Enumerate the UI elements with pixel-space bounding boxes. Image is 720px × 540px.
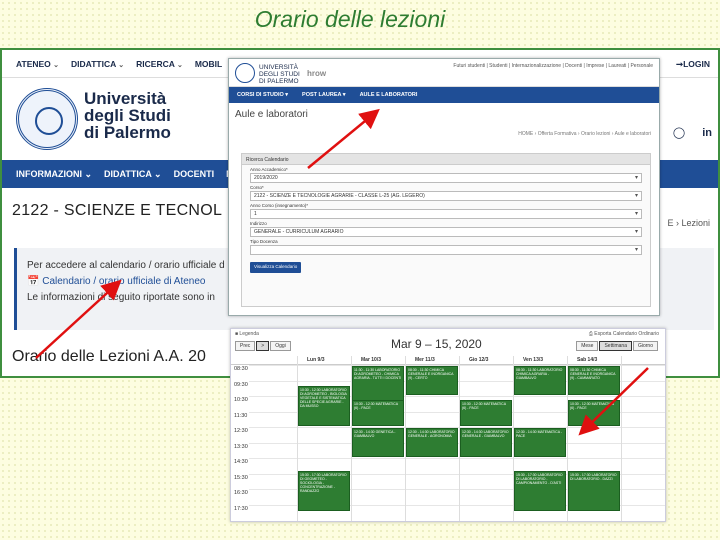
legend-toggle[interactable]: ■ Legenda xyxy=(235,331,259,337)
orario-heading: Orario delle Lezioni A.A. 20 xyxy=(12,348,206,365)
day-column-divider xyxy=(621,356,622,521)
time-label: 13:30 xyxy=(234,443,248,450)
time-label: 09:30 xyxy=(234,381,248,388)
calendar-event[interactable]: 08:30 - 11:30 LABORATORIO CHIMICA AGRARI… xyxy=(514,366,566,395)
view-week-button[interactable]: Settimana xyxy=(599,341,632,351)
slide-title: Orario delle lezioni xyxy=(254,6,446,32)
view-switcher: Mese Settimana Giorno xyxy=(576,341,659,351)
panel-title: Ricerca Calendario xyxy=(242,154,650,165)
calendar-event[interactable]: 15:30 - 17:30 LABORATORIO DI LABORATORIO… xyxy=(568,471,620,512)
calendar-grid: 08:30 09:30 10:30 11:30 12:30 13:30 14:30 15:30… xyxy=(231,356,665,521)
course-title: 2122 - SCIENZE E TECNOL xyxy=(12,202,223,219)
calendar-event[interactable]: 12:30 - 14:30 LABORATORIO GENERALE - AGR… xyxy=(406,428,458,457)
day-header: Ven 13/3 xyxy=(523,357,544,363)
time-label: 17:30 xyxy=(234,505,248,512)
day-header: Sab 14/3 xyxy=(577,357,598,363)
calendar-event[interactable]: 12:30 - 14:30 GENETICA - GIAMBALVO xyxy=(352,428,404,457)
calendar-event[interactable]: 08:30 - 11:30 CHIMICA GENERALE E INORGAN… xyxy=(406,366,458,395)
calendar-search-screenshot: UNIVERSITÀ DEGLI STUDI DI PALERMO hrow F… xyxy=(228,58,660,316)
menu-ricerca[interactable]: RICERCA ⌄ xyxy=(136,59,183,69)
nav-informazioni[interactable]: INFORMAZIONI ⌄ xyxy=(16,169,92,180)
login-icon: ➞ xyxy=(675,59,684,69)
time-label: 08:30 xyxy=(234,366,248,372)
weekly-calendar-screenshot: ■ Legenda ⎙ Esporta Calendario Ordinario… xyxy=(230,328,666,522)
breadcrumb[interactable]: HOME › Offerta Formativa › Orario lezion… xyxy=(518,131,651,137)
calendar-event[interactable]: 15:30 - 17:30 LABORATORIO DI GEOMETEO - … xyxy=(298,471,350,512)
day-header: Mer 11/3 xyxy=(415,357,435,363)
menu-didattica[interactable]: DIDATTICA ⌄ xyxy=(71,59,124,69)
time-label: 10:30 xyxy=(234,397,248,403)
instagram-icon[interactable]: ◯ xyxy=(673,127,685,139)
nav-didattica[interactable]: DIDATTICA ⌄ xyxy=(104,169,162,180)
university-seal-logo[interactable] xyxy=(16,88,78,150)
time-label: 14:30 xyxy=(234,459,248,465)
social-links: ◯ in xyxy=(659,126,712,139)
nav-aule-laboratori[interactable]: AULE E LABORATORI xyxy=(360,92,418,98)
field-anno-corso: Anno Corso (insegnamento)* 1 xyxy=(250,203,642,219)
time-label: 15:30 xyxy=(234,474,248,481)
login-link[interactable]: ➞LOGIN xyxy=(676,59,710,70)
logo-text: UNIVERSITÀ DEGLI STUDI DI PALERMO xyxy=(259,64,300,85)
nav-corsi-di-studio[interactable]: CORSI DI STUDIO ▾ xyxy=(237,92,288,98)
university-logo[interactable] xyxy=(235,63,255,83)
calendar-event[interactable]: 15:30 - 17:30 LABORATORIO DI LABORATORIO… xyxy=(514,471,566,512)
day-header: Gio 12/3 xyxy=(469,357,489,363)
form-nav: CORSI DI STUDIO ▾ POST LAUREA ▾ AULE E L… xyxy=(229,87,659,103)
field-tipo-docenza: Tipo Docenza xyxy=(250,239,642,255)
day-header: Lun 9/3 xyxy=(307,357,325,363)
calendar-event[interactable]: 12:30 - 14:30 MATEMATICA - PACE xyxy=(514,428,566,457)
calendar-event[interactable]: 10:30 - 12:30 LABORATORIO DI AGROMETEO -… xyxy=(298,386,350,426)
field-indirizzo: Indirizzo GENERALE - CURRICULUM AGRARIO xyxy=(250,221,642,237)
field-anno-accademico: Anno Accademico* 2019/2020 xyxy=(250,167,642,183)
anno-corso-select[interactable]: 1 xyxy=(250,209,642,219)
week-range: Mar 9 – 15, 2020 xyxy=(391,337,482,351)
nav-docenti[interactable]: DOCENTI xyxy=(174,169,215,179)
university-name: Università degli Studi di Palermo xyxy=(84,89,171,142)
prev-button[interactable]: Prec xyxy=(235,341,256,351)
calendar-event[interactable]: 10:30 - 12:30 MATEMATICA (6) - PACE xyxy=(460,400,512,426)
time-label: 12:30 xyxy=(234,428,248,434)
calendar-event[interactable]: 12:30 - 14:30 LABORATORIO GENERALE - GIA… xyxy=(460,428,512,457)
next-button[interactable]: > xyxy=(256,341,270,351)
view-day-button[interactable]: Giorno xyxy=(632,341,658,351)
view-month-button[interactable]: Mese xyxy=(576,341,599,351)
today-button[interactable]: Oggi xyxy=(270,341,291,351)
calendar-event[interactable]: 08:30 - 11:30 CHIMICA GENERALE E INORGAN… xyxy=(568,366,620,395)
nav-post-laurea[interactable]: POST LAUREA ▾ xyxy=(302,92,346,98)
hour-line xyxy=(249,458,665,459)
day-header: Mar 10/3 xyxy=(361,357,382,363)
calendar-icon: 📅 xyxy=(27,276,40,287)
menu-mobilita[interactable]: MOBIL xyxy=(195,59,222,69)
calendar-event[interactable]: 10:30 - 12:30 MATEMATICA (6) - PACE xyxy=(568,400,620,426)
anno-accademico-select[interactable]: 2019/2020 xyxy=(250,173,642,183)
search-panel: Ricerca Calendario Anno Accademico* 2019… xyxy=(241,153,651,307)
visualizza-calendario-button[interactable]: Visualizza Calendario xyxy=(250,262,302,273)
menu-ateneo[interactable]: ATENEO ⌄ xyxy=(16,59,59,69)
form-header: UNIVERSITÀ DEGLI STUDI DI PALERMO hrow F… xyxy=(229,59,659,87)
time-label: 11:30 xyxy=(234,412,248,419)
calendar-event[interactable]: 10:30 - 12:30 MATEMATICA (6) - PACE xyxy=(352,400,404,426)
calendar-nav-buttons: Prec > Oggi xyxy=(235,341,292,351)
tipo-docenza-select[interactable] xyxy=(250,245,642,255)
breadcrumb: E › Lezioni xyxy=(667,218,710,228)
top-links[interactable]: Futuri studenti | Studenti | Internazion… xyxy=(453,63,653,69)
brand-mark: hrow xyxy=(307,69,327,78)
export-calendar-link[interactable]: ⎙ Esporta Calendario Ordinario xyxy=(589,331,659,337)
indirizzo-select[interactable]: GENERALE - CURRICULUM AGRARIO xyxy=(250,227,642,237)
corso-select[interactable]: 2122 - SCIENZE E TECNOLOGIE AGRARIE - CL… xyxy=(250,191,642,201)
linkedin-icon[interactable]: in xyxy=(702,127,712,139)
page-title: Aule e laboratori xyxy=(235,109,308,120)
time-label: 16:30 xyxy=(234,490,248,496)
field-corso: Corso* 2122 - SCIENZE E TECNOLOGIE AGRAR… xyxy=(250,185,642,201)
